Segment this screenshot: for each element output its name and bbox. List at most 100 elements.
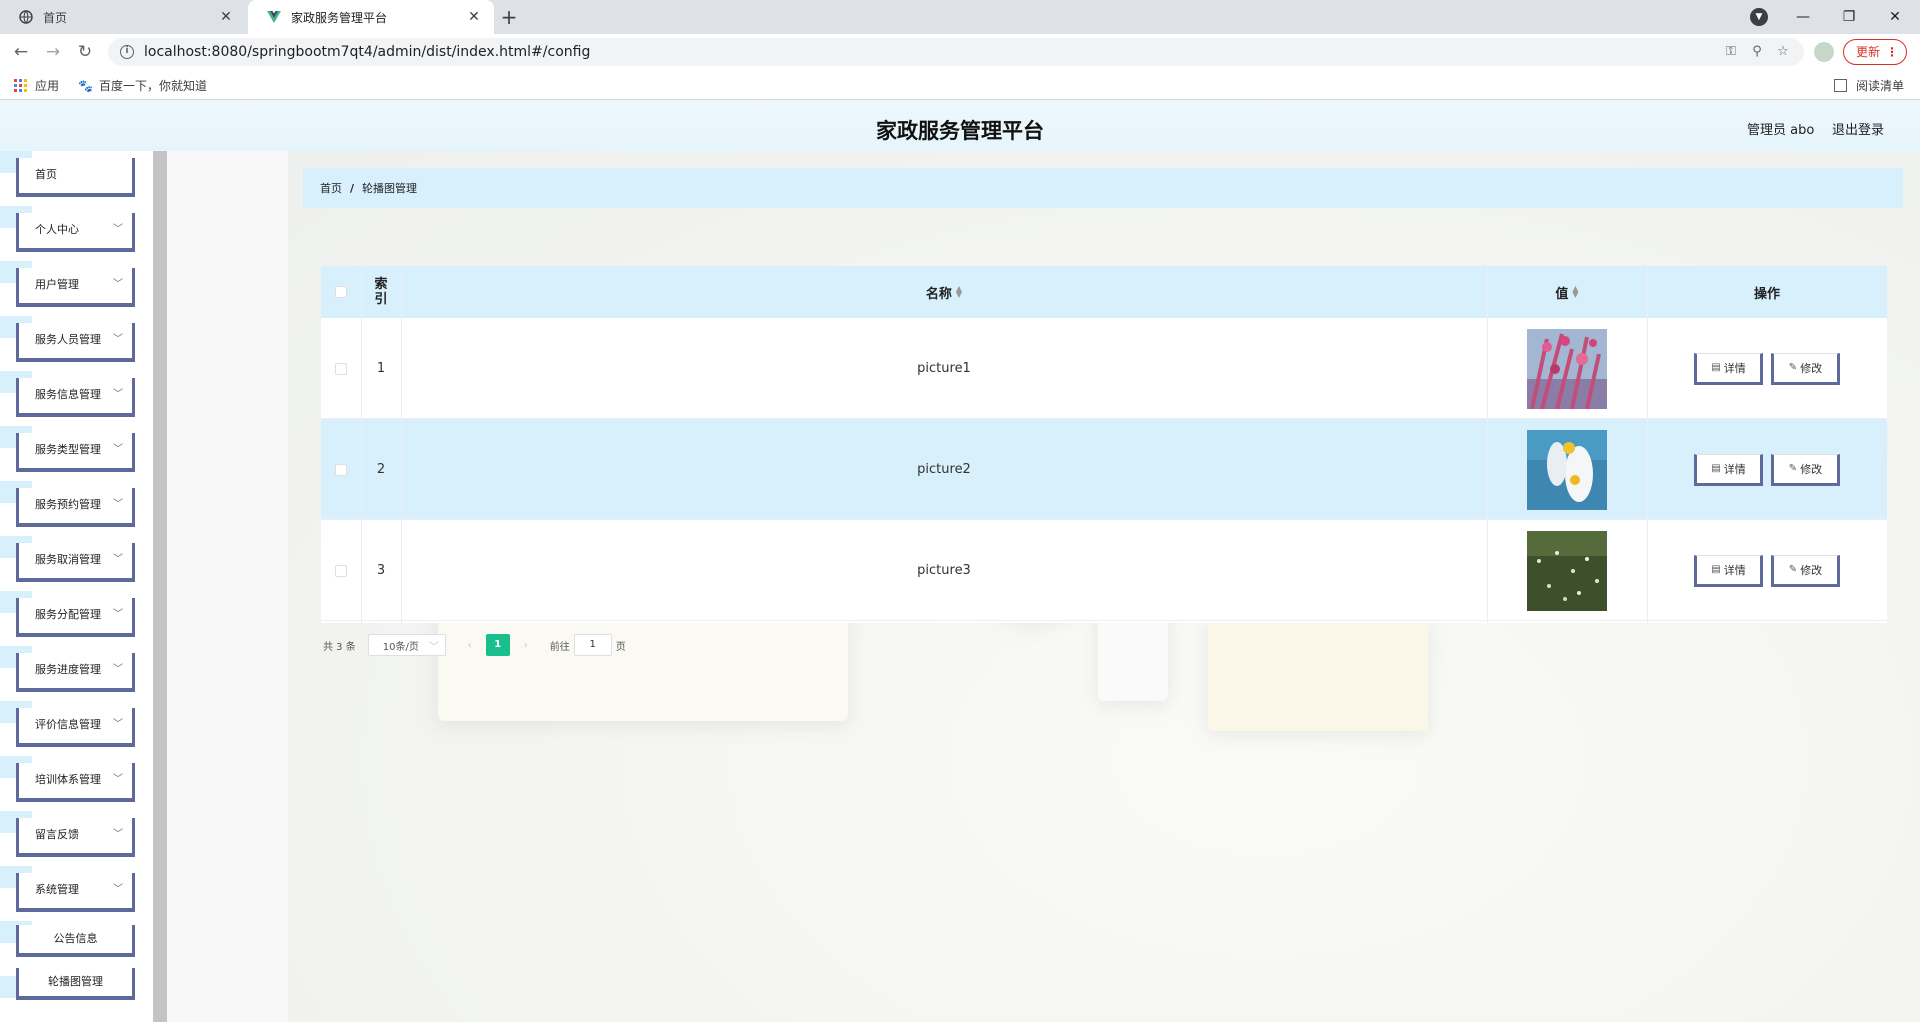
select-all-cell xyxy=(321,266,361,318)
browser-tabstrip: 首页 ✕ 家政服务管理平台 ✕ + ▼ — ❐ ✕ xyxy=(0,0,1920,34)
edit-label: 修改 xyxy=(1800,462,1823,476)
edit-button[interactable]: ✎ 修改 xyxy=(1771,352,1840,385)
column-value-label: 值 xyxy=(1555,286,1569,302)
edit-button[interactable]: ✎ 修改 xyxy=(1771,554,1840,587)
profile-avatar[interactable] xyxy=(1814,42,1834,62)
row-checkbox[interactable] xyxy=(335,362,347,375)
close-tab-icon[interactable]: ✕ xyxy=(218,9,234,25)
sidebar-item-cancel[interactable]: 服务取消管理 ﹀ xyxy=(16,543,135,582)
prev-page-icon[interactable]: ‹ xyxy=(460,640,480,651)
apps-grid-icon xyxy=(14,79,27,92)
pencil-icon: ✎ xyxy=(1788,463,1798,474)
sidebar-item-progress[interactable]: 服务进度管理 ﹀ xyxy=(16,653,135,692)
sidebar-item-booking[interactable]: 服务预约管理 ﹀ xyxy=(16,488,135,527)
browser-tab-home[interactable]: 首页 ✕ xyxy=(0,0,246,34)
column-index: 索引 xyxy=(361,266,401,318)
row-select-cell xyxy=(321,419,361,520)
baidu-paw-icon: 🐾 xyxy=(78,78,93,93)
next-page-icon[interactable]: › xyxy=(516,640,536,651)
sidebar-item-label: 服务分配管理 xyxy=(35,608,101,621)
carousel-thumbnail[interactable] xyxy=(1527,328,1607,409)
sidebar-item-profile[interactable]: 个人中心 ﹀ xyxy=(16,213,135,252)
detail-button[interactable]: ▤ 详情 xyxy=(1694,554,1763,587)
bookmark-label: 百度一下，你就知道 xyxy=(99,79,208,93)
edit-label: 修改 xyxy=(1800,563,1823,577)
column-index-label: 索引 xyxy=(374,277,388,307)
edit-button[interactable]: ✎ 修改 xyxy=(1771,453,1840,486)
sidebar-item-training[interactable]: 培训体系管理 ﹀ xyxy=(16,763,135,802)
chevron-down-icon: ﹀ xyxy=(113,389,123,400)
sidebar-item-label: 评价信息管理 xyxy=(35,718,101,731)
column-value[interactable]: 值 ▲ ▼ xyxy=(1487,266,1647,318)
zoom-icon[interactable]: ⚲ xyxy=(1746,38,1768,66)
sidebar-item-service-type[interactable]: 服务类型管理 ﹀ xyxy=(16,433,135,472)
app-header: 家政服务管理平台 管理员 abo 退出登录 xyxy=(0,101,1920,151)
sidebar-scrollbar[interactable] xyxy=(153,151,167,1022)
minimize-icon[interactable]: — xyxy=(1780,0,1826,34)
sidebar-item-users[interactable]: 用户管理 ﹀ xyxy=(16,268,135,307)
sidebar-item-home[interactable]: 首页 xyxy=(16,158,135,197)
detail-button[interactable]: ▤ 详情 xyxy=(1694,352,1763,385)
sidebar-item-service-info[interactable]: 服务信息管理 ﹀ xyxy=(16,378,135,417)
page-number-current[interactable]: 1 xyxy=(485,634,510,656)
pencil-icon: ✎ xyxy=(1788,362,1798,373)
site-info-icon[interactable]: i xyxy=(120,45,134,59)
sort-icon[interactable]: ▲ ▼ xyxy=(1572,285,1578,299)
carousel-thumbnail[interactable] xyxy=(1527,530,1607,611)
goto-page-input[interactable]: 1 xyxy=(573,634,612,656)
page-size-value: 10条/页 xyxy=(382,641,419,653)
browser-tab-platform[interactable]: 家政服务管理平台 ✕ xyxy=(248,0,494,34)
window-close-icon[interactable]: ✕ xyxy=(1872,0,1918,34)
row-name: picture1 xyxy=(917,361,971,376)
star-icon[interactable]: ☆ xyxy=(1772,38,1794,66)
sidebar-item-label: 系统管理 xyxy=(35,883,79,896)
sidebar-subitem-notices[interactable]: 公告信息 xyxy=(16,925,135,957)
decor-block xyxy=(1208,621,1428,731)
carousel-thumbnail[interactable] xyxy=(1527,429,1607,510)
sidebar-item-reviews[interactable]: 评价信息管理 ﹀ xyxy=(16,708,135,747)
row-checkbox[interactable] xyxy=(335,564,347,577)
tab-search-icon[interactable]: ▼ xyxy=(1750,8,1768,26)
key-icon[interactable]: ⚿ xyxy=(1720,38,1742,66)
sidebar-item-label: 服务信息管理 xyxy=(35,388,101,401)
sort-icon[interactable]: ▲ ▼ xyxy=(956,285,962,299)
sidebar-item-label: 个人中心 xyxy=(35,223,79,236)
sidebar-item-label: 留言反馈 xyxy=(35,828,79,841)
forward-arrow-icon[interactable]: → xyxy=(42,41,64,63)
column-name[interactable]: 名称 ▲ ▼ xyxy=(401,266,1487,318)
table-header: 索引 名称 ▲ ▼ 值 ▲ ▼ 操作 xyxy=(321,266,1887,318)
reading-list[interactable]: 阅读清单 xyxy=(1834,77,1904,94)
breadcrumb: 首页 / 轮播图管理 xyxy=(303,168,1903,208)
logout-link[interactable]: 退出登录 xyxy=(1832,119,1884,138)
sidebar-item-feedback[interactable]: 留言反馈 ﹀ xyxy=(16,818,135,857)
app-title: 家政服务管理平台 xyxy=(876,119,1044,143)
sidebar-item-system[interactable]: 系统管理 ﹀ xyxy=(16,873,135,912)
update-label: 更新 xyxy=(1856,45,1881,59)
sidebar-subitem-carousel[interactable]: 轮播图管理 xyxy=(16,968,135,1000)
row-name: picture2 xyxy=(917,462,971,477)
new-tab-button[interactable]: + xyxy=(498,6,520,28)
select-all-checkbox[interactable] xyxy=(335,286,347,298)
url-text: localhost:8080/springbootm7qt4/admin/dis… xyxy=(144,44,591,60)
pencil-icon: ✎ xyxy=(1788,564,1798,575)
bookmark-baidu[interactable]: 🐾 百度一下，你就知道 xyxy=(78,77,207,94)
reload-icon[interactable]: ↻ xyxy=(74,41,96,63)
sidebar: 首页 个人中心 ﹀ 用户管理 ﹀ 服务人员管理 ﹀ 服务信息管理 ﹀ 服务类型管理 ﹀ 服… xyxy=(0,151,167,1022)
sidebar-item-label: 服务人员管理 xyxy=(35,333,101,346)
detail-button[interactable]: ▤ 详情 xyxy=(1694,453,1763,486)
column-divider xyxy=(1647,266,1648,623)
row-actions: ▤ 详情 ✎ 修改 xyxy=(1647,419,1887,520)
restore-icon[interactable]: ❐ xyxy=(1826,0,1872,34)
row-checkbox[interactable] xyxy=(335,463,347,476)
sidebar-item-staff[interactable]: 服务人员管理 ﹀ xyxy=(16,323,135,362)
page-size-select[interactable]: 10条/页 ﹀ xyxy=(367,634,446,656)
close-tab-icon[interactable]: ✕ xyxy=(466,9,482,25)
breadcrumb-home[interactable]: 首页 xyxy=(320,180,342,196)
bookmark-apps[interactable]: 应用 xyxy=(14,77,59,94)
column-divider xyxy=(1487,266,1488,623)
sidebar-item-label: 服务预约管理 xyxy=(35,498,101,511)
back-arrow-icon[interactable]: ← xyxy=(10,41,32,63)
update-button[interactable]: 更新 ⋮ xyxy=(1843,39,1907,65)
sidebar-item-assign[interactable]: 服务分配管理 ﹀ xyxy=(16,598,135,637)
address-bar[interactable]: i localhost:8080/springbootm7qt4/admin/d… xyxy=(108,38,1804,66)
